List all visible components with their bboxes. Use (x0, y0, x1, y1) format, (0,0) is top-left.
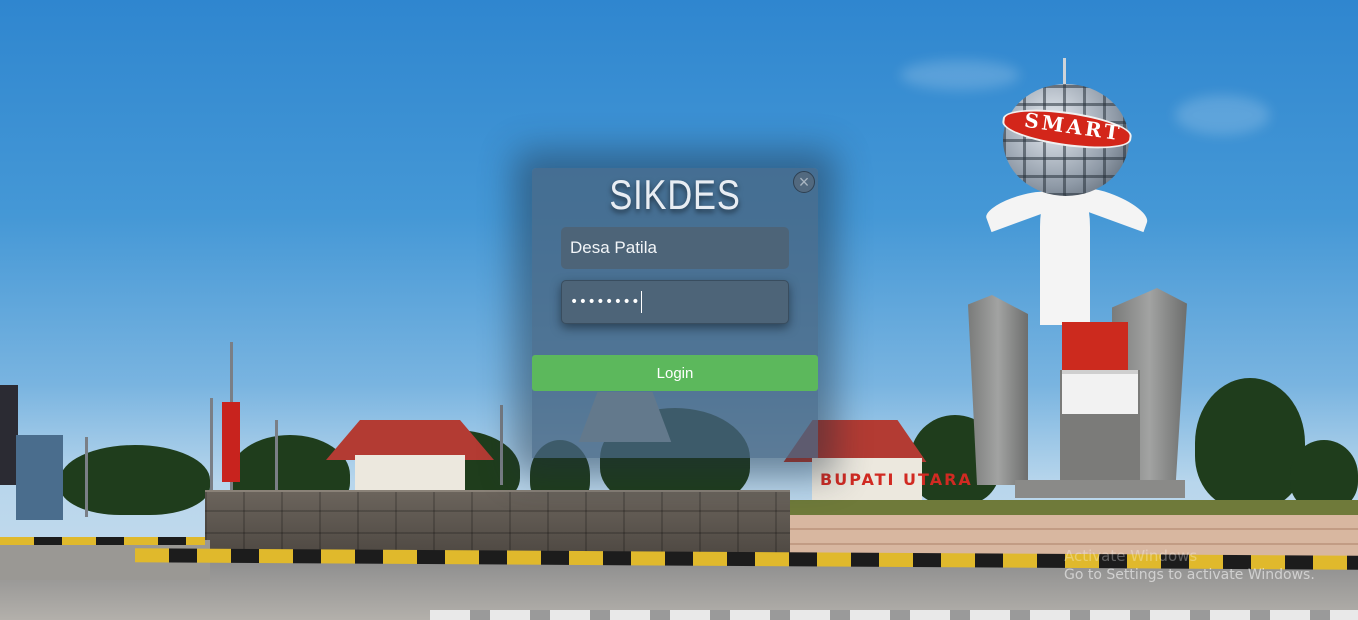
password-mask: •••••••• (570, 294, 641, 310)
cloud (900, 60, 1020, 90)
username-input[interactable] (561, 227, 789, 269)
curb-stripes (0, 537, 205, 545)
dialog-title: SIKDES (609, 171, 741, 218)
stone-wall (205, 490, 790, 556)
street-lamp (210, 398, 213, 498)
zebra-crossing (430, 610, 1358, 620)
street-lamp (275, 420, 278, 500)
cloud (1175, 95, 1270, 135)
street-lamp (500, 405, 503, 485)
activation-watermark: Activate Windows Go to Settings to activ… (1064, 547, 1354, 585)
password-value: •••••••• (570, 290, 643, 314)
billboard (16, 435, 63, 520)
watermark-title: Activate Windows (1064, 547, 1198, 565)
street-lamp (85, 437, 88, 517)
close-button[interactable]: × (793, 171, 815, 193)
login-dialog: SIKDES × •••••••• Login (532, 168, 818, 458)
watermark-subtitle: Go to Settings to activate Windows. (1064, 567, 1315, 583)
close-icon: × (798, 172, 810, 192)
red-banner (222, 402, 240, 482)
text-caret (641, 291, 643, 313)
login-button[interactable]: Login (532, 355, 818, 391)
